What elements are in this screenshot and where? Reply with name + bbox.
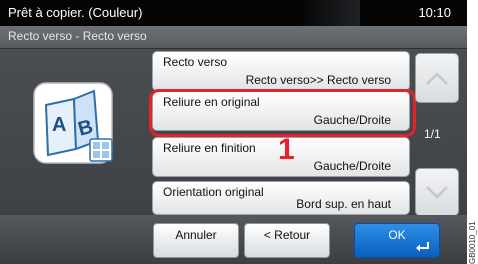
option-value: Bord sup. en haut (296, 197, 391, 211)
enter-icon (416, 242, 429, 252)
touch-panel-screen: Prêt à copier. (Couleur) 10:10 Recto ver… (0, 0, 467, 264)
option-original-orientation[interactable]: Orientation original Bord sup. en haut (152, 181, 410, 215)
scroll-up-button[interactable] (415, 53, 459, 103)
footer-bar: Annuler < Retour OK (0, 215, 467, 264)
figure-code: GB0010_01 (468, 221, 477, 264)
chevron-up-icon (426, 72, 448, 85)
status-bar-divider (300, 0, 360, 26)
option-recto-verso[interactable]: Recto verso Recto verso>> Recto verso (152, 51, 410, 91)
svg-text:A: A (52, 114, 66, 136)
option-binding-original[interactable]: Reliure en original Gauche/Droite (152, 91, 410, 131)
clock: 10:10 (418, 5, 451, 20)
step-number: 1 (278, 133, 295, 166)
option-value: Gauche/Droite (313, 159, 391, 173)
main-panel: A B Recto verso Recto verso>> Recto vers… (0, 49, 467, 215)
option-value: Gauche/Droite (313, 113, 391, 127)
cancel-label: Annuler (175, 228, 217, 242)
duplex-book-icon: A B (33, 82, 113, 164)
option-label: Reliure en finition (163, 141, 256, 155)
back-label: < Retour (263, 228, 311, 242)
ok-button[interactable]: OK (354, 223, 440, 258)
option-label: Orientation original (163, 185, 264, 199)
option-label: Reliure en original (163, 95, 260, 109)
chevron-down-icon (426, 186, 448, 199)
back-button[interactable]: < Retour (244, 223, 330, 258)
cancel-button[interactable]: Annuler (153, 223, 239, 258)
status-message: Prêt à copier. (Couleur) (8, 5, 143, 20)
option-label: Recto verso (163, 55, 228, 69)
status-bar: Prêt à copier. (Couleur) 10:10 (0, 0, 467, 26)
breadcrumb: Recto verso - Recto verso (8, 29, 147, 43)
page-indicator: 1/1 (424, 127, 441, 141)
option-value: Recto verso>> Recto verso (245, 73, 391, 87)
breadcrumb-bar: Recto verso - Recto verso (0, 26, 467, 49)
scroll-down-button[interactable] (415, 168, 459, 216)
